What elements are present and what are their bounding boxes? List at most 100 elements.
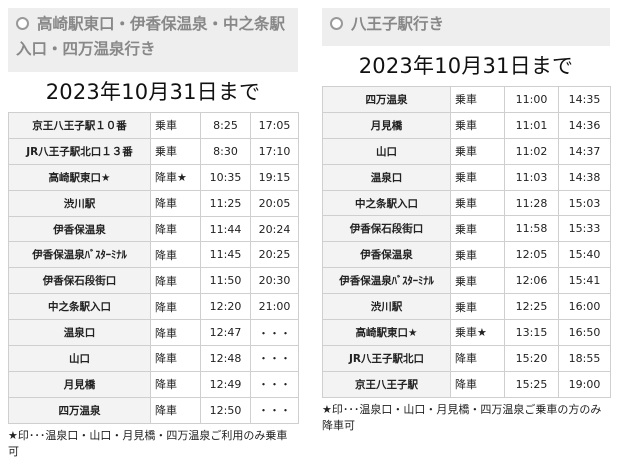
table-row: 高崎駅東口★ 乗車★ 13:15 16:50 — [322, 319, 611, 346]
boarding-type-cell: 降車★ — [150, 163, 201, 191]
departure-time-cell: 15:20 — [504, 344, 559, 372]
table-row: 伊香保石段街口 乗車 11:58 15:33 — [322, 215, 611, 243]
stop-name-cell: 伊香保温泉 — [8, 215, 151, 243]
boarding-type-cell: 降車 — [150, 293, 201, 321]
departure-time-cell: 14:38 — [558, 163, 611, 191]
return-header: 八王子駅行き — [322, 8, 610, 46]
departure-time-cell: 13:15 — [504, 319, 559, 346]
circle-bullet-icon — [330, 17, 343, 30]
departure-time-cell: ・・・ — [250, 370, 299, 398]
outbound-timetable: 高崎駅東口・伊香保温泉・中之条駅入口・四万温泉行き 2023年10月31日まで … — [8, 8, 299, 460]
stop-name-cell: JR八王子駅北口 — [322, 344, 451, 372]
boarding-type-cell: 乗車 — [450, 111, 505, 139]
boarding-type-cell: 降車 — [150, 215, 201, 243]
stop-name-cell: 伊香保石段街口 — [8, 267, 151, 295]
departure-time-cell: 20:30 — [250, 267, 299, 295]
stop-name-cell: 伊香保温泉ﾊﾞｽﾀｰﾐﾅﾙ — [8, 241, 151, 269]
departure-time-cell: 15:25 — [504, 370, 559, 398]
departure-time-cell: 14:37 — [558, 137, 611, 165]
table-row: 京王八王子駅 降車 15:25 19:00 — [322, 370, 611, 398]
table-row: 四万温泉 乗車 11:00 14:35 — [322, 86, 611, 113]
boarding-type-cell: 乗車 — [450, 267, 505, 295]
departure-time-cell: 14:35 — [558, 86, 611, 113]
departure-time-cell: 11:44 — [200, 215, 251, 243]
stop-name-cell: 温泉口 — [322, 163, 451, 191]
stop-name-cell: 伊香保石段街口 — [322, 215, 451, 243]
stop-name-cell: 月見橋 — [8, 370, 151, 398]
outbound-table: 京王八王子駅１０番 乗車 8:25 17:05 JR八王子駅北口１３番 乗車 8:30 17:… — [8, 112, 299, 424]
table-row: 月見橋 降車 12:49 ・・・ — [8, 370, 299, 398]
boarding-type-cell: 降車 — [450, 344, 505, 372]
departure-time-cell: 15:40 — [558, 241, 611, 269]
table-row: JR八王子駅北口１３番 乗車 8:30 17:10 — [8, 137, 299, 165]
departure-time-cell: 14:36 — [558, 111, 611, 139]
stop-name-cell: 中之条駅入口 — [322, 189, 451, 217]
stop-name-cell: 四万温泉 — [322, 86, 451, 113]
departure-time-cell: 12:47 — [200, 319, 251, 347]
stop-name-cell: 温泉口 — [8, 319, 151, 347]
boarding-type-cell: 降車 — [150, 319, 201, 347]
boarding-type-cell: 乗車 — [450, 241, 505, 269]
departure-time-cell: 20:25 — [250, 241, 299, 269]
departure-time-cell: 15:41 — [558, 267, 611, 295]
table-row: 山口 乗車 11:02 14:37 — [322, 137, 611, 165]
departure-time-cell: 19:15 — [250, 163, 299, 191]
boarding-type-cell: 降車 — [150, 345, 201, 372]
departure-time-cell: 11:25 — [200, 189, 251, 217]
stop-name-cell: 伊香保温泉ﾊﾞｽﾀｰﾐﾅﾙ — [322, 267, 451, 295]
departure-time-cell: 12:48 — [200, 345, 251, 372]
stop-name-cell: 京王八王子駅１０番 — [8, 112, 151, 139]
table-row: 伊香保石段街口 降車 11:50 20:30 — [8, 267, 299, 295]
boarding-type-cell: 乗車 — [450, 137, 505, 165]
stop-name-cell: 渋川駅 — [8, 189, 151, 217]
table-row: 渋川駅 乗車 12:25 16:00 — [322, 293, 611, 321]
stop-name-cell: 京王八王子駅 — [322, 370, 451, 398]
departure-time-cell: 11:28 — [504, 189, 559, 217]
boarding-type-cell: 乗車★ — [450, 319, 505, 346]
stop-name-cell: 高崎駅東口★ — [322, 319, 451, 346]
boarding-type-cell: 乗車 — [450, 293, 505, 321]
stop-name-cell: 渋川駅 — [322, 293, 451, 321]
departure-time-cell: 11:03 — [504, 163, 559, 191]
boarding-type-cell: 乗車 — [450, 189, 505, 217]
boarding-type-cell: 降車 — [150, 267, 201, 295]
departure-time-cell: 12:25 — [504, 293, 559, 321]
table-row: 温泉口 降車 12:47 ・・・ — [8, 319, 299, 347]
departure-time-cell: 20:05 — [250, 189, 299, 217]
departure-time-cell: 12:49 — [200, 370, 251, 398]
boarding-type-cell: 乗車 — [450, 215, 505, 243]
table-row: JR八王子駅北口 降車 15:20 18:55 — [322, 344, 611, 372]
circle-bullet-icon — [16, 17, 29, 30]
return-timetable: 八王子駅行き 2023年10月31日まで 四万温泉 乗車 11:00 14:35 月見橋… — [322, 8, 611, 434]
departure-time-cell: 11:45 — [200, 241, 251, 269]
table-row: 高崎駅東口★ 降車★ 10:35 19:15 — [8, 163, 299, 191]
outbound-note: ★印･･･温泉口・山口・月見橋・四万温泉ご利用のみ乗車可 — [8, 428, 288, 458]
table-row: 渋川駅 降車 11:25 20:05 — [8, 189, 299, 217]
table-row: 伊香保温泉ﾊﾞｽﾀｰﾐﾅﾙ 乗車 12:06 15:41 — [322, 267, 611, 295]
departure-time-cell: 12:50 — [200, 396, 251, 424]
departure-time-cell: 17:10 — [250, 137, 299, 165]
departure-time-cell: 21:00 — [250, 293, 299, 321]
departure-time-cell: 11:58 — [504, 215, 559, 243]
table-row: 四万温泉 降車 12:50 ・・・ — [8, 396, 299, 424]
table-row: 中之条駅入口 降車 12:20 21:00 — [8, 293, 299, 321]
boarding-type-cell: 降車 — [150, 370, 201, 398]
table-row: 伊香保温泉ﾊﾞｽﾀｰﾐﾅﾙ 降車 11:45 20:25 — [8, 241, 299, 269]
stop-name-cell: 月見橋 — [322, 111, 451, 139]
departure-time-cell: 12:05 — [504, 241, 559, 269]
departure-time-cell: 18:55 — [558, 344, 611, 372]
departure-time-cell: 12:20 — [200, 293, 251, 321]
boarding-type-cell: 降車 — [150, 396, 201, 424]
departure-time-cell: 15:33 — [558, 215, 611, 243]
boarding-type-cell: 乗車 — [450, 86, 505, 113]
departure-time-cell: 11:00 — [504, 86, 559, 113]
table-row: 伊香保温泉 乗車 12:05 15:40 — [322, 241, 611, 269]
stop-name-cell: 山口 — [8, 345, 151, 372]
departure-time-cell: ・・・ — [250, 396, 299, 424]
departure-time-cell: 11:50 — [200, 267, 251, 295]
return-valid-until: 2023年10月31日まで — [358, 54, 574, 78]
table-row: 伊香保温泉 降車 11:44 20:24 — [8, 215, 299, 243]
outbound-header: 高崎駅東口・伊香保温泉・中之条駅入口・四万温泉行き — [8, 8, 298, 72]
departure-time-cell: 19:00 — [558, 370, 611, 398]
stop-name-cell: JR八王子駅北口１３番 — [8, 137, 151, 165]
